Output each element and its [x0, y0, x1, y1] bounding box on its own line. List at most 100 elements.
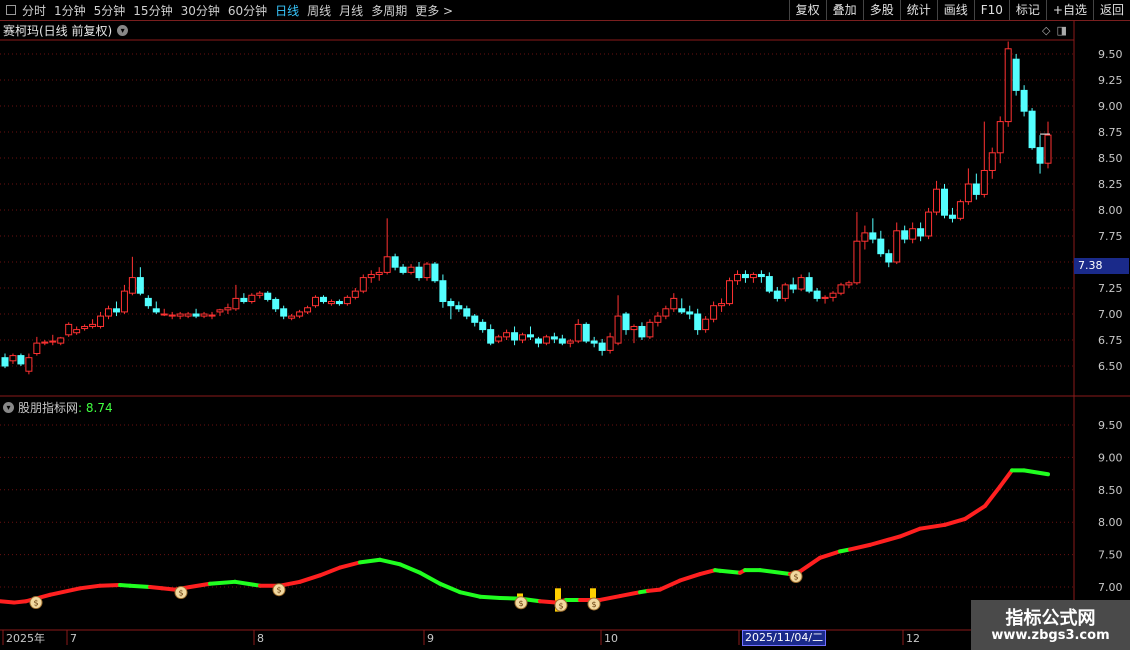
- candle-body: [9, 355, 17, 362]
- indicator-line-segment: [438, 581, 462, 595]
- candle-body: [781, 284, 789, 299]
- candle-body: [590, 340, 598, 344]
- candle-body: [925, 211, 933, 237]
- candle-body: [1020, 89, 1028, 112]
- y-tick-label: 8.00: [1098, 204, 1123, 217]
- candle-body: [17, 355, 25, 365]
- candle-body: [630, 325, 638, 331]
- candle-body: [1044, 134, 1052, 164]
- money-bag-icon: $: [587, 597, 601, 611]
- kline-chart[interactable]: 9.50 9.25 9.00 8.75 8.50 8.25 8.00 7.75 7.50 7.25…: [0, 0, 1130, 650]
- watermark-url: www.zbgs3.com: [991, 628, 1110, 643]
- indicator-line-segment: [378, 557, 402, 567]
- candle-body: [296, 311, 304, 317]
- candle-body: [335, 301, 343, 305]
- money-bag-icon: $: [272, 583, 286, 597]
- candle-body: [65, 323, 73, 336]
- y-tick-label: 9.50: [1098, 419, 1123, 432]
- watermark: 指标公式网 www.zbgs3.com: [971, 600, 1130, 650]
- chevron-down-icon[interactable]: ▾: [3, 402, 14, 413]
- indicator-line-segment: [538, 599, 558, 605]
- indicator-line-segment: [48, 586, 82, 597]
- x-tick-label: 10: [604, 632, 618, 645]
- candle-body: [821, 296, 829, 299]
- candle-body: [893, 230, 901, 263]
- indicator-line-segment: [298, 573, 322, 584]
- candle-body: [964, 183, 972, 203]
- x-tick-label: 12: [906, 632, 920, 645]
- candle-body: [996, 121, 1004, 154]
- chevron-down-icon[interactable]: ▾: [117, 25, 129, 36]
- candle-body: [789, 284, 797, 290]
- candle-body: [463, 308, 471, 317]
- svg-text:$: $: [591, 600, 596, 609]
- candle-body: [765, 276, 773, 292]
- candle-body: [248, 294, 256, 303]
- candle-body: [1012, 58, 1020, 91]
- indicator-line-segment: [78, 583, 102, 591]
- diamond-icon[interactable]: ◇: [1042, 24, 1050, 37]
- candle-body: [678, 308, 686, 313]
- y-tick-label: 7.50: [1098, 549, 1123, 562]
- candle-body: [534, 338, 542, 344]
- money-bag-icon: $: [789, 569, 803, 583]
- candle-body: [160, 313, 168, 316]
- indicator-line-segment: [963, 504, 987, 521]
- main-panel-header: 赛柯玛(日线 前复权) ▾: [3, 22, 129, 39]
- candle-body: [439, 280, 447, 303]
- candle-body: [89, 323, 97, 327]
- candle-body: [105, 308, 113, 317]
- candle-body: [558, 338, 566, 344]
- candle-body: [57, 337, 65, 344]
- candle-body: [264, 292, 272, 300]
- indicator-line-segment: [358, 557, 382, 565]
- candle-body: [375, 271, 383, 275]
- candle-body: [686, 311, 694, 315]
- candle-body: [41, 341, 49, 344]
- panel-icons: ◇ ◨: [1042, 24, 1067, 37]
- y-tick-label: 8.50: [1098, 152, 1123, 165]
- indicator-line-segment: [418, 570, 442, 586]
- indicator-line-segment: [208, 579, 237, 586]
- candle-body: [948, 214, 956, 219]
- candle-body: [574, 323, 582, 342]
- indicator-line-segment: [233, 579, 262, 588]
- candle-body: [702, 318, 710, 331]
- candle-body: [614, 315, 622, 344]
- candle-body: [1, 357, 9, 367]
- indicator-line-segment: [698, 568, 717, 577]
- candle-body: [710, 305, 718, 320]
- indicator-line-segment: [868, 534, 902, 547]
- indicator-line-segment: [188, 581, 212, 589]
- candle-body: [399, 266, 407, 273]
- panel-toggle-icon[interactable]: ◨: [1056, 24, 1066, 37]
- candle-body: [566, 340, 574, 344]
- candle-body: [487, 329, 495, 344]
- candle-body: [869, 232, 877, 240]
- x-tick-label: 8: [257, 632, 264, 645]
- candle-body: [877, 238, 885, 255]
- indicator-line-segment: [98, 583, 122, 588]
- candle-body: [208, 314, 216, 317]
- candle-body: [33, 342, 41, 355]
- candle-body: [97, 315, 105, 327]
- y-tick-label: 9.50: [1098, 48, 1123, 61]
- candle-body: [773, 290, 781, 299]
- candle-body: [646, 321, 654, 338]
- candle-body: [272, 298, 280, 310]
- candle-body: [471, 315, 479, 323]
- current-price-tag: 7.38: [1074, 258, 1129, 274]
- cursor-date-tag: 2025/11/04/二: [742, 630, 827, 646]
- candle-body: [383, 256, 391, 273]
- y-tick-label: 6.75: [1098, 334, 1123, 347]
- candle-body: [367, 273, 375, 279]
- candle-body: [980, 169, 988, 195]
- candle-body: [49, 340, 57, 343]
- candle-body: [503, 332, 511, 338]
- svg-text:$: $: [558, 601, 563, 610]
- indicator-line-segment: [478, 594, 502, 601]
- candle-body: [757, 273, 765, 278]
- candle-body: [662, 308, 670, 317]
- candle-body: [256, 292, 264, 296]
- candle-body: [216, 309, 224, 313]
